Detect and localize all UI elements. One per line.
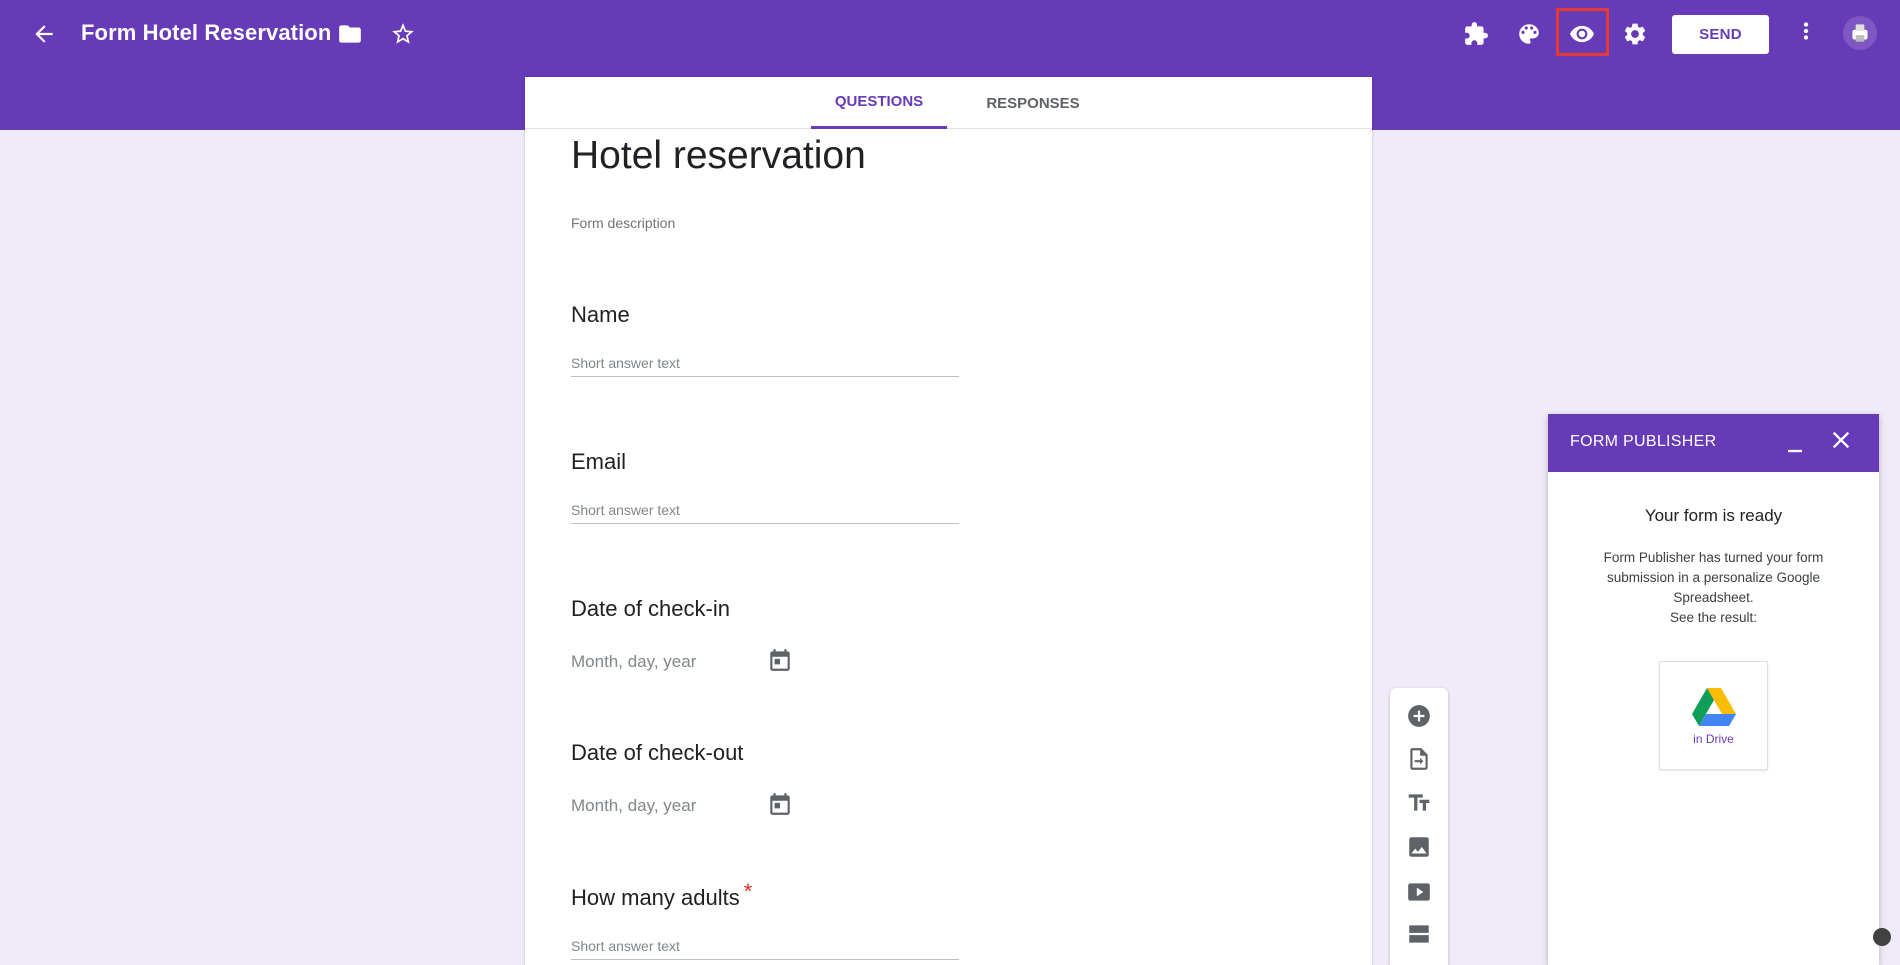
import-questions-button[interactable] — [1405, 745, 1433, 773]
account-avatar[interactable] — [1843, 16, 1877, 50]
panel-header: FORM PUBLISHER — [1548, 414, 1879, 472]
question-title-name[interactable]: Name — [571, 302, 630, 328]
puzzle-icon — [1465, 22, 1488, 45]
form-publisher-panel: FORM PUBLISHER Your form is ready Form P… — [1548, 414, 1879, 965]
google-drive-icon — [1691, 688, 1736, 726]
add-video-button[interactable] — [1405, 878, 1433, 906]
palette-icon — [1519, 24, 1539, 44]
panel-message: Form Publisher has turned your form subm… — [1588, 548, 1839, 628]
back-button[interactable] — [24, 14, 64, 54]
check-out-calendar-button[interactable] — [767, 791, 793, 817]
required-marker: * — [743, 879, 753, 904]
minimize-button[interactable] — [1781, 430, 1809, 458]
form-tabs: QUESTIONS RESPONSES — [525, 77, 1372, 129]
question-title-adults-text: How many adults — [571, 885, 740, 910]
star-outline-icon — [392, 23, 414, 44]
add-title-icon — [1408, 794, 1430, 811]
question-title-email[interactable]: Email — [571, 449, 626, 475]
calendar-icon — [770, 649, 790, 671]
addons-button[interactable] — [1456, 14, 1496, 54]
panel-heading: Your form is ready — [1644, 506, 1783, 525]
adults-answer-field[interactable]: Short answer text — [571, 938, 959, 960]
import-questions-icon — [1410, 748, 1428, 770]
open-in-drive-button[interactable]: in Drive — [1659, 661, 1768, 770]
close-button[interactable] — [1827, 426, 1855, 454]
star-button[interactable] — [383, 14, 423, 54]
email-answer-field[interactable]: Short answer text — [571, 502, 959, 524]
add-section-icon — [1409, 925, 1429, 943]
gear-icon — [1624, 23, 1646, 45]
form-description[interactable]: Form description — [571, 215, 675, 231]
question-toolbar — [1390, 688, 1448, 965]
folder-icon — [339, 25, 361, 43]
question-title-check-in[interactable]: Date of check-in — [571, 596, 730, 622]
question-title-check-out[interactable]: Date of check-out — [571, 740, 743, 766]
name-answer-field[interactable]: Short answer text — [571, 355, 959, 377]
add-section-button[interactable] — [1405, 920, 1433, 948]
panel-message-line: Spreadsheet. — [1673, 590, 1754, 605]
check-out-date-field[interactable]: Month, day, year — [571, 796, 696, 816]
floating-help-dot[interactable] — [1873, 928, 1891, 946]
panel-message-line: See the result: — [1669, 610, 1758, 625]
check-in-date-field[interactable]: Month, day, year — [571, 652, 696, 672]
panel-message-line: Form Publisher has turned your form — [1603, 550, 1824, 565]
eye-icon — [1570, 25, 1594, 43]
add-question-icon — [1408, 705, 1430, 727]
send-button[interactable]: SEND — [1672, 15, 1769, 54]
add-title-button[interactable] — [1405, 789, 1433, 817]
add-image-icon — [1409, 837, 1429, 857]
more-options-button[interactable] — [1786, 11, 1826, 51]
add-image-button[interactable] — [1405, 833, 1433, 861]
preview-button[interactable] — [1562, 14, 1602, 54]
drive-label: in Drive — [1693, 732, 1734, 746]
arrow-back-icon — [35, 25, 53, 43]
tab-questions[interactable]: QUESTIONS — [811, 77, 947, 129]
add-question-button[interactable] — [1405, 702, 1433, 730]
question-title-adults[interactable]: How many adults * — [571, 879, 752, 911]
tab-responses[interactable]: RESPONSES — [957, 77, 1109, 129]
form-heading[interactable]: Hotel reservation — [571, 134, 866, 178]
customize-theme-button[interactable] — [1509, 14, 1549, 54]
check-in-calendar-button[interactable] — [767, 647, 793, 673]
move-to-folder-button[interactable] — [330, 14, 370, 54]
minimize-icon — [1788, 449, 1802, 453]
settings-button[interactable] — [1615, 14, 1655, 54]
add-video-icon — [1408, 883, 1430, 901]
more-vert-icon — [1803, 22, 1809, 40]
panel-title: FORM PUBLISHER — [1570, 433, 1717, 450]
close-icon — [1832, 431, 1850, 449]
panel-message-line: submission in a personalize Google — [1606, 570, 1821, 585]
top-bar: Form Hotel Reservation SEND — [0, 0, 1900, 68]
form-card: QUESTIONS RESPONSES Hotel reservation Fo… — [525, 77, 1372, 965]
form-title[interactable]: Form Hotel Reservation — [81, 20, 331, 46]
calendar-icon — [770, 793, 790, 815]
avatar-icon — [1852, 24, 1868, 42]
